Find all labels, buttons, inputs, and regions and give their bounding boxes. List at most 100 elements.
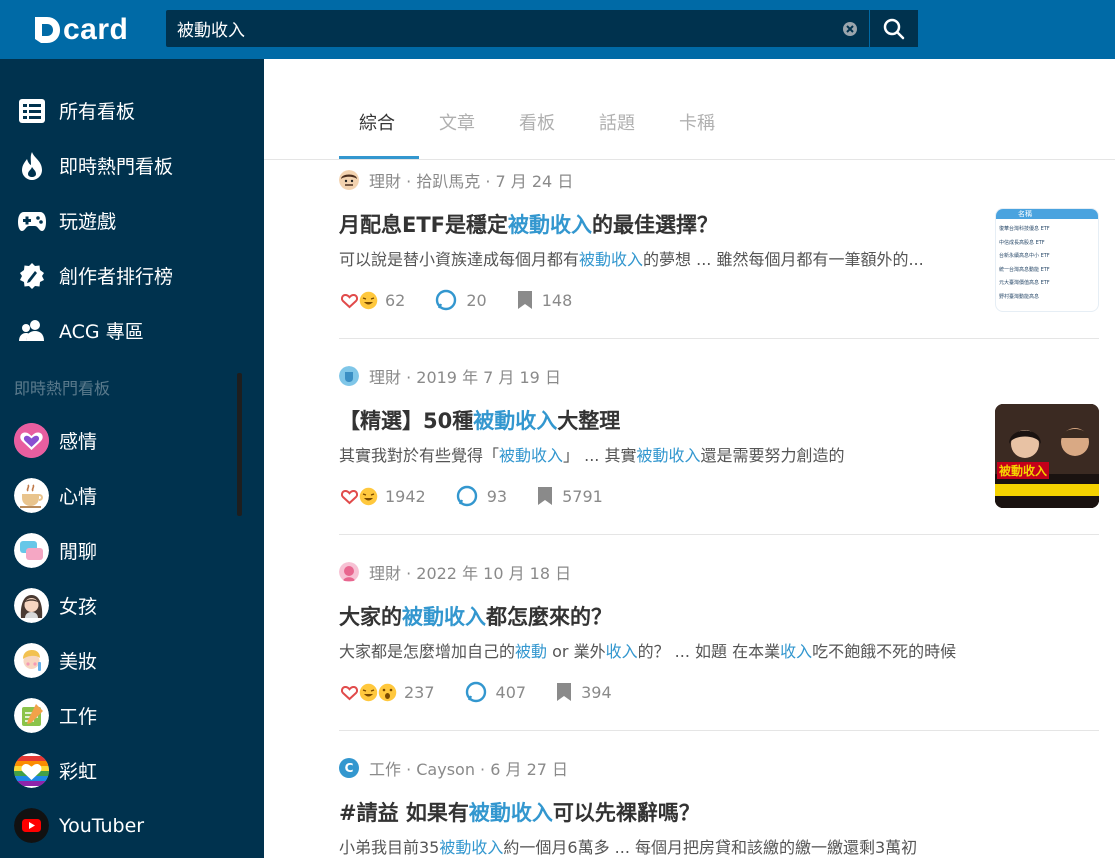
sidebar-item-label: 即時熱門看板 xyxy=(59,156,174,178)
sidebar-item-all-boards[interactable]: 所有看板 xyxy=(0,83,264,138)
post-excerpt: 大家都是怎麼增加自己的被動 or 業外收入的？ ... 如題 在本業收入吃不飽餓… xyxy=(339,642,957,661)
hot-boards-section-title: 即時熱門看板 xyxy=(14,379,111,398)
tab-topics[interactable]: 話題 xyxy=(599,109,635,135)
post-title[interactable]: 月配息ETF是穩定被動收入的最佳選擇？ xyxy=(339,209,718,239)
flame-icon xyxy=(17,151,47,181)
search-result-tabs: 綜合 文章 看板 話題 卡稱 xyxy=(264,59,1115,160)
thumbnail-table: 復華台灣科技優息 ETF 中信成長高股息 ETF 台新永續高息中小 ETF 統一… xyxy=(999,226,1050,300)
pen-badge-icon xyxy=(17,261,47,291)
list-icon xyxy=(17,96,47,126)
post-meta: 理財 · 2019 年 7 月 19 日 xyxy=(339,365,561,387)
post-stats: 62 20 148 xyxy=(339,288,602,312)
comment-count: 20 xyxy=(466,290,487,310)
board-avatar-finance xyxy=(339,366,359,386)
author-avatar xyxy=(339,562,359,582)
top-bar: card xyxy=(0,0,1115,59)
reactions[interactable] xyxy=(339,485,379,507)
comment-count: 93 xyxy=(486,486,508,506)
post-title[interactable]: 大家的被動收入都怎麼來的？ xyxy=(339,601,612,631)
post-meta: 理財 · 2022 年 10 月 18 日 xyxy=(339,561,571,583)
sidebar-item-label: 工作 xyxy=(59,706,98,728)
save-stat[interactable]: 394 xyxy=(556,682,612,702)
sidebar-item-hot-boards[interactable]: 即時熱門看板 xyxy=(0,138,264,193)
post-title[interactable]: #請益 如果有被動收入可以先裸辭嗎？ xyxy=(339,797,700,827)
post-excerpt: 其實我對於有些覺得「被動收入」 ... 其實被動收入還是需要努力創造的 xyxy=(339,446,845,465)
sidebar-item-label: YouTuber xyxy=(59,814,145,837)
users-icon xyxy=(17,316,47,346)
save-stat[interactable]: 5791 xyxy=(537,486,603,506)
heart-reaction-icon xyxy=(339,486,360,506)
post-title[interactable]: 【精選】50種被動收入大整理 xyxy=(339,405,620,435)
post-meta: C 工作 · Cayson · 6 月 27 日 xyxy=(339,757,568,779)
coffee-avatar xyxy=(14,478,49,513)
heart-avatar xyxy=(14,423,49,458)
logo-text: card xyxy=(63,13,129,46)
dcard-logo[interactable]: card xyxy=(33,12,128,48)
chat-bubble-avatar xyxy=(14,533,49,568)
post-thumbnail[interactable]: 名稱 復華台灣科技優息 ETF 中信成長高股息 ETF 台新永續高息中小 ETF… xyxy=(995,208,1099,312)
save-count: 394 xyxy=(581,682,612,702)
comment-stat[interactable]: 407 xyxy=(465,681,526,703)
sidebar-item-board-relationship[interactable]: 感情 xyxy=(0,413,264,468)
sidebar-item-creator-ranking[interactable]: 創作者排行榜 xyxy=(0,248,264,303)
post-excerpt: 小弟我目前35被動收入約一個月6萬多 ... 每個月把房貸和該繳的繳一繳還剩3萬… xyxy=(339,838,918,857)
girl-avatar xyxy=(14,588,49,623)
video-thumbnail-image xyxy=(995,404,1099,508)
laugh-reaction-icon xyxy=(358,681,379,703)
bookmark-icon xyxy=(537,486,553,506)
sidebar-item-label: 所有看板 xyxy=(59,101,136,123)
post-meta-text: 工作 · Cayson · 6 月 27 日 xyxy=(369,760,569,779)
post-meta-text: 理財 · 2019 年 7 月 19 日 xyxy=(369,368,561,387)
work-avatar xyxy=(14,698,49,733)
sidebar-item-board-mood[interactable]: 心情 xyxy=(0,468,264,523)
bookmark-icon xyxy=(556,682,572,702)
search-button[interactable] xyxy=(869,10,918,47)
comment-stat[interactable]: 20 xyxy=(435,289,487,311)
post-meta-text: 理財 · 拾趴馬克 · 7 月 24 日 xyxy=(369,172,574,191)
comment-icon xyxy=(465,681,487,703)
sidebar-item-board-makeup[interactable]: 美妝 xyxy=(0,633,264,688)
post-excerpt: 可以說是替小資族達成每個月都有被動收入的夢想 ... 雖然每個月都有一筆額外的.… xyxy=(339,250,924,269)
sidebar-item-board-work[interactable]: 工作 xyxy=(0,688,264,743)
laugh-reaction-icon xyxy=(358,485,379,507)
thumbnail-caption: 被動收入 xyxy=(997,462,1050,479)
comment-icon xyxy=(435,289,457,311)
comment-icon xyxy=(456,485,478,507)
sidebar-item-board-girl[interactable]: 女孩 xyxy=(0,578,264,633)
save-count: 5791 xyxy=(562,486,603,506)
wow-reaction-icon xyxy=(377,681,398,703)
like-count: 237 xyxy=(404,682,435,702)
tab-all[interactable]: 綜合 xyxy=(359,109,395,135)
search-bar xyxy=(166,10,918,47)
reactions[interactable] xyxy=(339,681,398,703)
clear-search-icon[interactable] xyxy=(842,21,858,37)
sidebar-item-label: 心情 xyxy=(59,486,98,508)
sidebar-item-games[interactable]: 玩遊戲 xyxy=(0,193,264,248)
post-meta: 理財 · 拾趴馬克 · 7 月 24 日 xyxy=(339,169,573,191)
sidebar-item-acg[interactable]: ACG 專區 xyxy=(0,303,264,358)
gamepad-icon xyxy=(17,206,47,236)
post-divider xyxy=(339,730,1099,731)
sidebar-item-label: 閒聊 xyxy=(59,541,98,563)
comment-stat[interactable]: 93 xyxy=(456,485,507,507)
save-stat[interactable]: 148 xyxy=(517,290,572,310)
post-divider xyxy=(339,338,1099,339)
search-input[interactable] xyxy=(166,10,836,47)
sidebar-item-label: 感情 xyxy=(59,431,98,453)
tab-boards[interactable]: 看板 xyxy=(519,109,555,135)
tab-posts[interactable]: 文章 xyxy=(439,109,475,135)
tab-personas[interactable]: 卡稱 xyxy=(679,109,715,135)
author-avatar: C xyxy=(339,758,359,778)
sidebar-item-label: 創作者排行榜 xyxy=(59,266,174,288)
sidebar-item-board-youtuber[interactable]: YouTuber xyxy=(0,798,264,853)
post-meta-text: 理財 · 2022 年 10 月 18 日 xyxy=(369,564,572,583)
search-icon xyxy=(883,18,905,39)
sidebar-item-board-rainbow[interactable]: 彩虹 xyxy=(0,743,264,798)
youtube-avatar xyxy=(14,808,49,843)
sidebar-item-label: 彩虹 xyxy=(59,761,98,783)
reactions[interactable] xyxy=(339,289,379,311)
sidebar-item-board-chat[interactable]: 閒聊 xyxy=(0,523,264,578)
sidebar: 所有看板 即時熱門看板 玩遊戲 創作者排行榜 ACG 專區 即時熱門看板 感情 xyxy=(0,59,264,858)
post-thumbnail[interactable]: 被動收入 xyxy=(995,404,1099,508)
rainbow-heart-avatar xyxy=(14,753,49,788)
